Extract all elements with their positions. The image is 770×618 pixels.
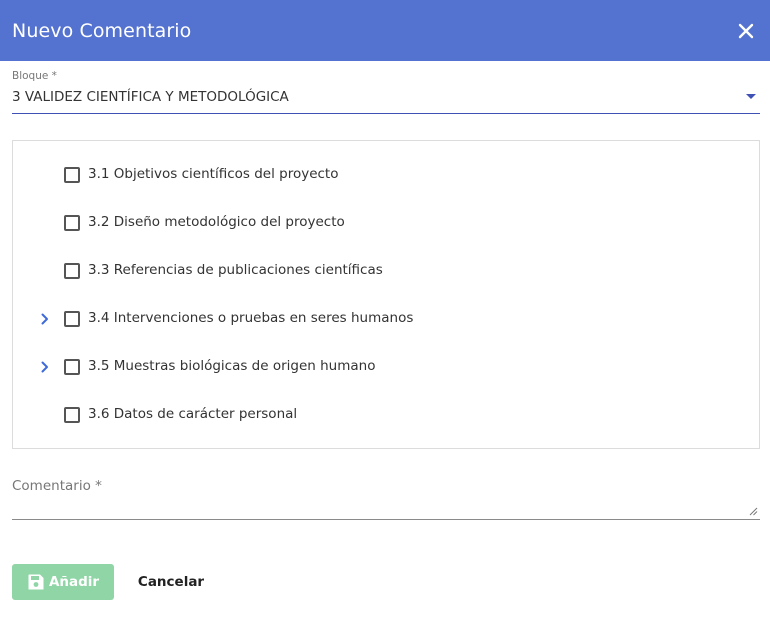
tree-item-label: 3.1 Objetivos científicos del proyecto: [88, 166, 339, 182]
new-comment-dialog: Nuevo Comentario Bloque * 3 VALIDEZ CIEN…: [0, 0, 770, 618]
add-button-label: Añadir: [48, 574, 100, 590]
tree-item: 3.2 Diseño metodológico del proyecto: [13, 211, 759, 235]
block-select[interactable]: Bloque * 3 VALIDEZ CIENTÍFICA Y METODOLÓ…: [12, 70, 760, 114]
tree-item-label: 3.4 Intervenciones o pruebas en seres hu…: [88, 310, 414, 326]
chevron-right-icon[interactable]: [37, 359, 53, 375]
comment-textarea[interactable]: Comentario *: [12, 474, 760, 520]
resize-grip-icon[interactable]: [749, 507, 758, 516]
close-icon: [738, 23, 754, 38]
cancel-button-label: Cancelar: [137, 574, 205, 590]
dialog-title: Nuevo Comentario: [12, 19, 192, 42]
tree-item-label: 3.3 Referencias de publicaciones científ…: [88, 262, 383, 278]
tree-item: 3.3 Referencias de publicaciones científ…: [13, 259, 759, 283]
block-select-label: Bloque *: [12, 70, 57, 82]
close-button[interactable]: [734, 19, 758, 43]
tree-item-label: 3.2 Diseño metodológico del proyecto: [88, 214, 345, 230]
tree-item: 3.4 Intervenciones o pruebas en seres hu…: [13, 307, 759, 331]
tree-item: 3.1 Objetivos científicos del proyecto: [13, 163, 759, 187]
tree-item: 3.6 Datos de carácter personal: [13, 403, 759, 427]
dialog-header: Nuevo Comentario: [0, 0, 770, 61]
tree-item-label: 3.5 Muestras biológicas de origen humano: [88, 358, 376, 374]
tree-item-label: 3.6 Datos de carácter personal: [88, 406, 298, 422]
section-tree: 3.1 Objetivos científicos del proyecto 3…: [12, 140, 760, 449]
tree-item-checkbox[interactable]: [64, 359, 80, 375]
add-button[interactable]: Añadir: [12, 564, 114, 600]
block-select-value[interactable]: 3 VALIDEZ CIENTÍFICA Y METODOLÓGICA: [12, 89, 289, 105]
chevron-down-icon[interactable]: [746, 94, 756, 99]
tree-item-checkbox[interactable]: [64, 215, 80, 231]
save-icon: [28, 574, 44, 590]
tree-item-checkbox[interactable]: [64, 311, 80, 327]
tree-item: 3.5 Muestras biológicas de origen humano: [13, 355, 759, 379]
chevron-right-icon[interactable]: [37, 311, 53, 327]
cancel-button[interactable]: Cancelar: [126, 564, 216, 600]
tree-item-checkbox[interactable]: [64, 263, 80, 279]
tree-item-checkbox[interactable]: [64, 167, 80, 183]
tree-item-checkbox[interactable]: [64, 407, 80, 423]
comment-label: Comentario *: [12, 478, 102, 494]
